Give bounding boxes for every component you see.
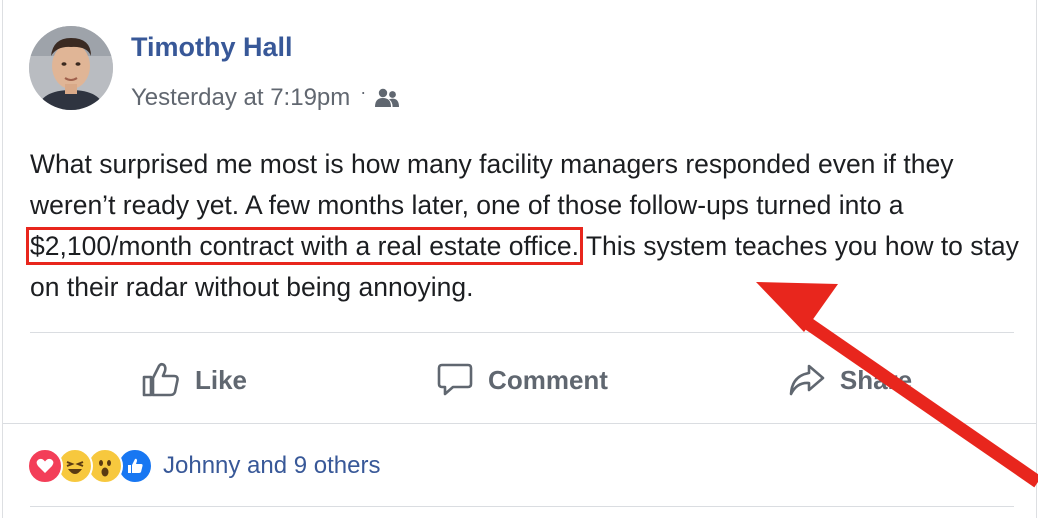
avatar[interactable] xyxy=(29,26,113,110)
post-meta: Yesterday at 7:19pm · xyxy=(131,81,400,112)
post-text-before: What surprised me most is how many facil… xyxy=(30,149,954,220)
thumbs-up-icon xyxy=(142,362,179,397)
share-icon xyxy=(789,364,825,396)
share-label: Share xyxy=(839,364,913,395)
comment-label: Comment xyxy=(488,364,608,395)
post-timestamp[interactable]: Yesterday at 7:19pm xyxy=(131,84,350,112)
post-card: Timothy Hall Yesterday at 7:19pm · What … xyxy=(2,0,1037,518)
post-author-name[interactable]: Timothy Hall xyxy=(131,32,293,63)
bottom-divider xyxy=(30,506,1014,507)
like-button[interactable]: Like xyxy=(30,348,358,412)
comment-icon xyxy=(437,363,473,396)
like-label: Like xyxy=(194,364,248,395)
post-body: What surprised me most is how many facil… xyxy=(26,144,1020,308)
friends-icon[interactable] xyxy=(374,87,400,109)
reactions-summary[interactable]: Johnny and 9 others xyxy=(163,452,381,480)
comment-button[interactable]: Comment xyxy=(358,348,686,412)
reactions-bar[interactable]: Johnny and 9 others xyxy=(27,448,381,484)
meta-separator: · xyxy=(360,81,367,102)
highlighted-text: $2,100/month contract with a real estate… xyxy=(26,227,583,265)
love-icon xyxy=(27,448,63,484)
section-divider xyxy=(3,423,1036,424)
share-button[interactable]: Share xyxy=(686,348,1014,412)
action-bar: Like Comment Share xyxy=(30,344,1014,416)
divider xyxy=(30,332,1014,333)
avatar-image xyxy=(29,26,113,110)
